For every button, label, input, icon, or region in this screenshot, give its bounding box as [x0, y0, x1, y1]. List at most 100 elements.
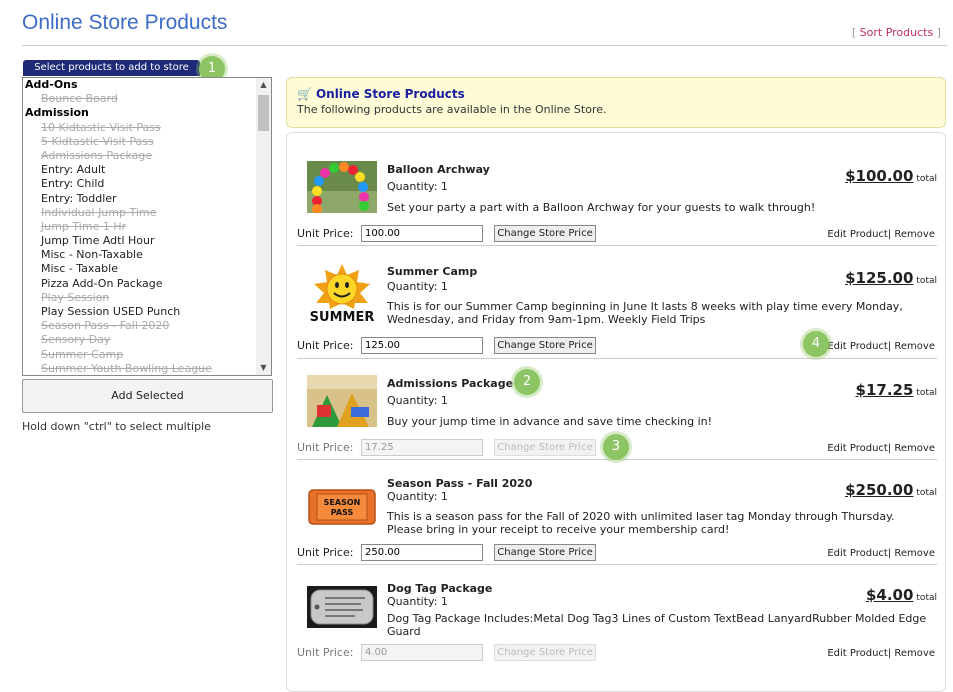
cart-icon: 🛒	[297, 87, 312, 101]
remove-link[interactable]: Remove	[894, 648, 935, 659]
remove-link[interactable]: Remove	[894, 443, 935, 454]
products-panel: Balloon Archway Quantity: 1 Set your par…	[286, 132, 946, 692]
list-option[interactable]: Pizza Add-On Package	[23, 277, 256, 291]
remove-link[interactable]: Remove	[894, 548, 935, 559]
unit-price-label: Unit Price:	[297, 646, 354, 659]
change-store-price-button[interactable]: Change Store Price	[494, 544, 596, 561]
callout-badge-4: 4	[803, 331, 829, 357]
scroll-down-icon[interactable]: ▼	[256, 361, 271, 375]
select-products-header: Select products to add to store	[23, 60, 200, 76]
product-total-label: total	[916, 276, 937, 286]
callout-badge-2: 2	[514, 369, 540, 395]
product-actions: Edit Product| Remove	[827, 548, 935, 559]
season-pass-image: SEASON PASS	[307, 481, 377, 533]
unit-price-label: Unit Price:	[297, 546, 354, 559]
product-divider	[297, 245, 937, 246]
product-name: Season Pass - Fall 2020	[387, 477, 533, 490]
unit-price-label: Unit Price:	[297, 339, 354, 352]
list-group-label: Admission	[25, 106, 89, 120]
product-price: $17.25 total	[856, 381, 937, 399]
remove-link[interactable]: Remove	[894, 229, 935, 240]
list-option: Jump Time 1 Hr	[41, 219, 127, 233]
product-row: Dog Tag Package Quantity: 1 Dog Tag Pack…	[297, 580, 937, 675]
product-actions: Edit Product| Remove	[827, 443, 935, 454]
product-price: $100.00 total	[845, 167, 937, 185]
multi-select-hint: Hold down "ctrl" to select multiple	[22, 420, 211, 433]
scroll-thumb[interactable]	[258, 95, 269, 131]
change-store-price-button[interactable]: Change Store Price	[494, 337, 596, 354]
product-description: Set your party a part with a Balloon Arc…	[387, 201, 816, 214]
add-selected-button[interactable]: Add Selected	[22, 379, 273, 413]
sort-products-link[interactable]: Sort Products	[860, 26, 934, 39]
product-name: Admissions Package	[387, 377, 514, 390]
list-option[interactable]: Misc - Taxable	[23, 262, 256, 276]
info-description: The following products are available in …	[297, 103, 607, 116]
list-option: 5 Kidtastic Visit Pass	[41, 134, 154, 148]
callout-badge-3: 3	[603, 434, 629, 460]
list-option: 10 Kidtastic Visit Pass	[41, 120, 161, 134]
svg-text:SEASON: SEASON	[324, 498, 361, 507]
list-option: Individual Jump Time	[41, 205, 157, 219]
list-group-label: Add-Ons	[25, 78, 78, 91]
change-store-price-button[interactable]: Change Store Price	[494, 225, 596, 242]
unit-price-label: Unit Price:	[297, 441, 354, 454]
product-total-label: total	[916, 388, 937, 398]
product-select-list[interactable]: Add-Ons Bounce Board Admission 10 Kidtastic…	[22, 77, 272, 376]
sort-products-link-wrap: [ Sort Products ]	[851, 26, 941, 39]
product-divider	[297, 564, 937, 565]
unit-price-label: Unit Price:	[297, 227, 354, 240]
list-scrollbar[interactable]: ▲ ▼	[256, 78, 271, 375]
product-total-label: total	[916, 593, 937, 603]
product-row: SUMMER Summer Camp Quantity: 1 This is f…	[297, 263, 937, 363]
list-option[interactable]: Misc - Non-Taxable	[23, 248, 256, 262]
product-quantity: Quantity: 1	[387, 595, 448, 608]
product-price: $125.00 total	[845, 269, 937, 287]
summer-thumb-text: SUMMER	[310, 310, 375, 325]
product-quantity: Quantity: 1	[387, 394, 448, 407]
svg-text:PASS: PASS	[331, 508, 354, 517]
product-row: SEASON PASS Season Pass - Fall 2020 Quan…	[297, 475, 937, 575]
product-price: $4.00 total	[866, 586, 937, 604]
edit-product-link[interactable]: Edit Product	[827, 648, 888, 659]
dog-tag-image	[307, 586, 377, 628]
product-quantity: Quantity: 1	[387, 280, 448, 293]
edit-product-link[interactable]: Edit Product	[827, 229, 888, 240]
remove-link[interactable]: Remove	[894, 341, 935, 352]
list-option: Admissions Package	[41, 148, 153, 162]
product-description: This is for our Summer Camp beginning in…	[387, 300, 903, 326]
unit-price-input	[361, 439, 483, 456]
edit-product-link[interactable]: Edit Product	[827, 341, 888, 352]
product-quantity: Quantity: 1	[387, 180, 448, 193]
product-description: Buy your jump time in advance and save t…	[387, 415, 713, 428]
list-option[interactable]: Play Session USED Punch	[23, 305, 256, 319]
list-option[interactable]: Jump Time Adtl Hour	[23, 234, 256, 248]
list-option[interactable]: Entry: Adult	[23, 163, 256, 177]
change-store-price-button: Change Store Price	[494, 644, 596, 661]
title-divider	[22, 45, 947, 46]
product-price: $250.00 total	[845, 481, 937, 499]
balloon-archway-image	[307, 161, 377, 213]
list-option: Season Pass - Fall 2020	[41, 319, 170, 333]
product-row: Balloon Archway Quantity: 1 Set your par…	[297, 161, 937, 261]
scroll-up-icon[interactable]: ▲	[256, 78, 271, 92]
unit-price-input[interactable]	[361, 337, 483, 354]
list-option[interactable]: Entry: Toddler	[23, 192, 256, 206]
list-option: Sensory Day	[41, 333, 111, 347]
product-name: Summer Camp	[387, 265, 478, 278]
unit-price-input[interactable]	[361, 544, 483, 561]
edit-product-link[interactable]: Edit Product	[827, 548, 888, 559]
product-name: Dog Tag Package	[387, 582, 493, 595]
product-total-label: total	[916, 174, 937, 184]
change-store-price-button: Change Store Price	[494, 439, 596, 456]
list-option: Summer Youth Bowling League	[41, 361, 212, 375]
edit-product-link[interactable]: Edit Product	[827, 443, 888, 454]
unit-price-input	[361, 644, 483, 661]
product-quantity: Quantity: 1	[387, 490, 448, 503]
info-title-row: 🛒 Online Store Products	[297, 87, 935, 101]
list-option[interactable]: Entry: Child	[23, 177, 256, 191]
unit-price-input[interactable]	[361, 225, 483, 242]
product-actions: Edit Product| Remove	[827, 229, 935, 240]
product-total-label: total	[916, 488, 937, 498]
product-actions: Edit Product| Remove	[827, 648, 935, 659]
product-select-options: Add-Ons Bounce Board Admission 10 Kidtastic…	[23, 78, 256, 375]
